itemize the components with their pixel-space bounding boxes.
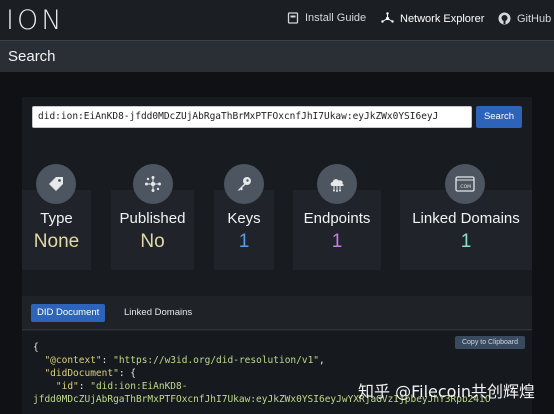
tab-linked-domains[interactable]: Linked Domains (118, 304, 198, 322)
svg-text:.COM: .COM (459, 184, 471, 190)
code-context-key: "@context" (44, 355, 102, 366)
network-explorer-label: Network Explorer (400, 12, 485, 25)
app-root: ION Install Guide Network Explorer GitHu… (0, 0, 554, 414)
network-explorer-icon (381, 12, 394, 23)
top-nav: ION Install Guide Network Explorer GitHu… (0, 0, 554, 40)
stat-published: Published No (111, 164, 194, 270)
stat-linked-domains: .COM Linked Domains 1 (400, 164, 532, 270)
stat-keys-value: 1 (238, 231, 250, 252)
code-open-brace: { (33, 342, 39, 353)
github-label: GitHub (517, 12, 552, 25)
stat-endpoints-value: 1 (331, 231, 343, 252)
github-link[interactable]: GitHub (498, 12, 551, 25)
stat-type: Type None (22, 164, 91, 270)
code-diddocument-key: "didDocument" (44, 368, 119, 379)
did-search-input[interactable]: did:ion:EiAnKD8-jfdd0MDcZUjAbRgaThBrMxPT… (32, 106, 472, 128)
main-panel: did:ion:EiAnKD8-jfdd0MDcZUjAbRgaThBrMxPT… (22, 97, 532, 414)
stat-endpoints: Endpoints 1 (293, 164, 381, 270)
github-icon (498, 12, 511, 25)
network-icon (133, 164, 173, 204)
install-guide-link[interactable]: Install Guide (287, 12, 366, 24)
stat-linked-domains-value: 1 (460, 231, 472, 252)
code-id-key: "id" (55, 381, 79, 392)
stat-published-label: Published (119, 210, 186, 227)
code-context-value: "https://w3id.org/did-resolution/v1" (113, 355, 320, 366)
page-title: Search (8, 48, 56, 65)
stat-endpoints-label: Endpoints (303, 210, 371, 227)
search-row: did:ion:EiAnKD8-jfdd0MDcZUjAbRgaThBrMxPT… (32, 106, 522, 128)
code-id-value-1: "did:ion:EiAnKD8- (90, 381, 188, 392)
book-icon (287, 12, 299, 24)
search-header: Search (0, 40, 554, 72)
stat-keys-label: Keys (227, 210, 261, 227)
key-icon (224, 164, 264, 204)
stat-keys: Keys 1 (214, 164, 274, 270)
network-explorer-link[interactable]: Network Explorer (381, 12, 484, 25)
stat-published-value: No (140, 231, 165, 252)
logo-text: ION (6, 4, 65, 36)
zhihu-watermark: 知乎 @Filecoin共创辉煌 (358, 382, 536, 401)
cloud-icon (317, 164, 357, 204)
ion-logo[interactable]: ION (6, 4, 65, 36)
tab-bar: DID Document Linked Domains (22, 296, 532, 330)
stat-type-label: Type (40, 210, 73, 227)
install-guide-label: Install Guide (305, 12, 367, 24)
stat-type-value: None (33, 231, 80, 252)
stat-linked-domains-label: Linked Domains (412, 210, 520, 227)
tab-did-document[interactable]: DID Document (31, 304, 106, 322)
tag-icon (36, 164, 76, 204)
search-button[interactable]: Search (476, 106, 522, 128)
domain-icon: .COM (445, 164, 485, 204)
